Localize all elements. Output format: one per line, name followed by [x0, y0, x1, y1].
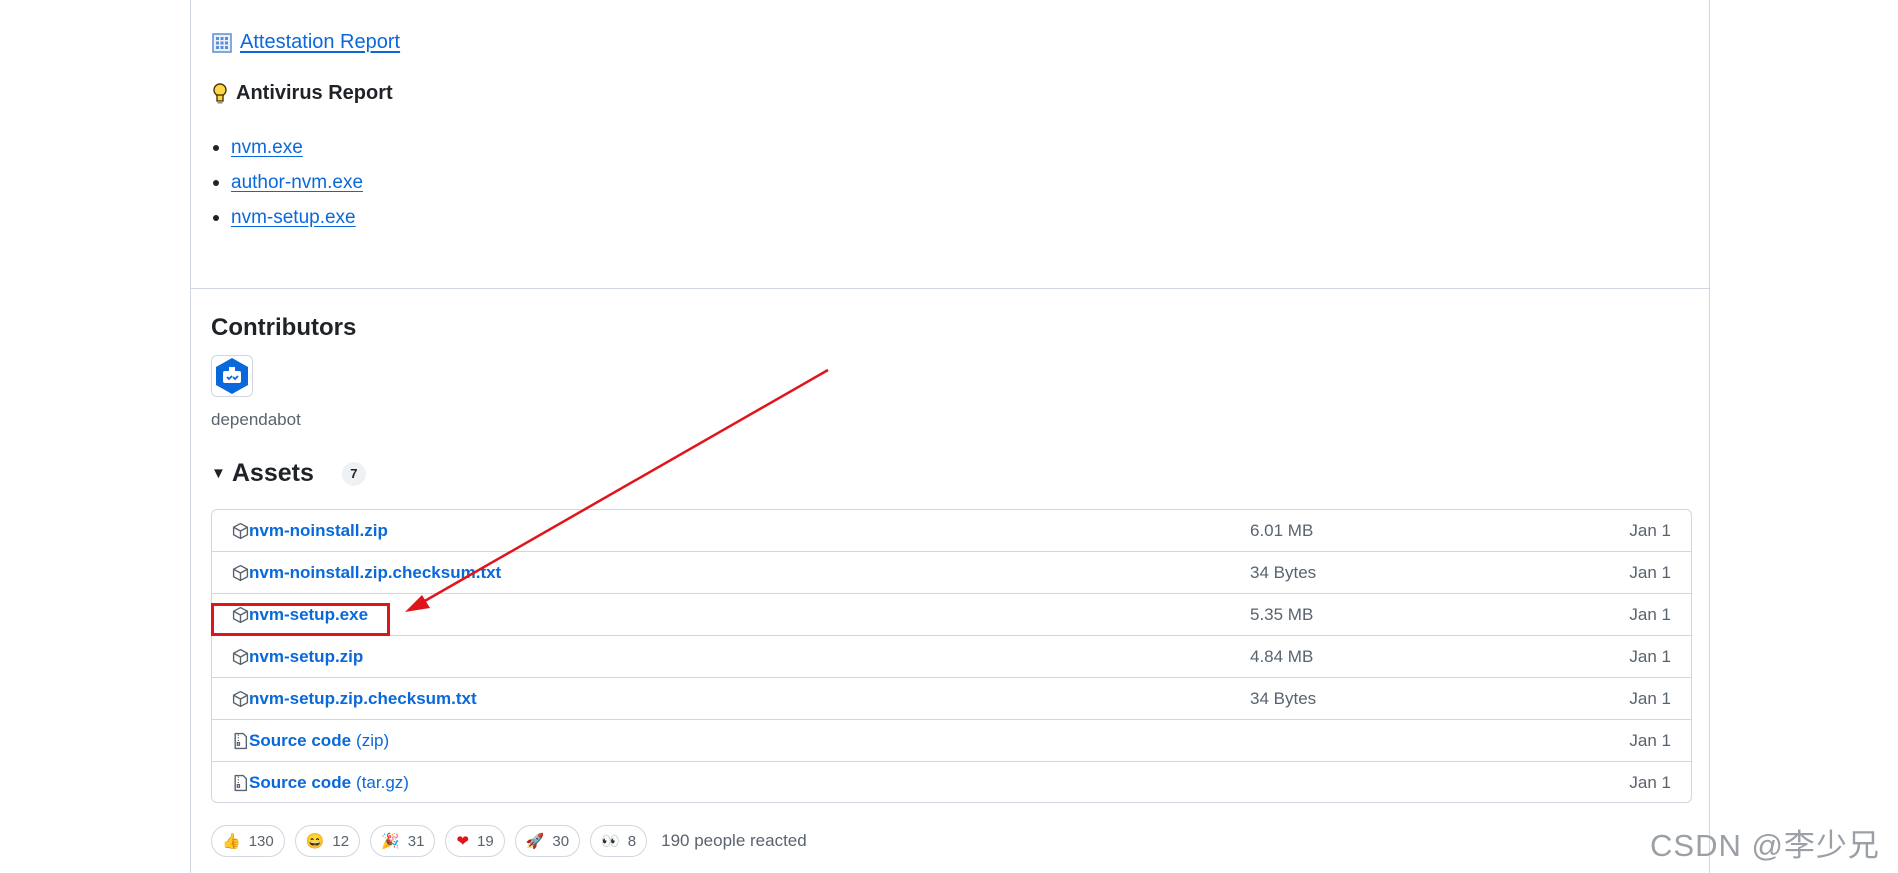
asset-date: Jan 1 — [1629, 521, 1671, 540]
reaction-eyes[interactable]: 👀 8 — [590, 825, 648, 857]
asset-format-label: (tar.gz) — [356, 773, 409, 792]
rocket-icon: 🚀 — [525, 833, 545, 850]
assets-list: nvm-noinstall.zip 6.01 MB Jan 1 nvm-noin… — [211, 509, 1692, 803]
antivirus-list: nvm.exe author-nvm.exe nvm-setup.exe — [212, 130, 363, 235]
assets-count-badge: 7 — [341, 461, 366, 486]
reaction-laugh[interactable]: 😄 12 — [294, 825, 361, 857]
package-icon — [232, 648, 249, 666]
antivirus-heading-row: Antivirus Report — [212, 82, 393, 105]
reports-section: Attestation Report Antivirus Report nvm.… — [191, 0, 1709, 289]
contributor-avatar[interactable] — [211, 355, 253, 397]
asset-name: Source code (zip) — [232, 720, 389, 762]
file-zip-icon — [234, 732, 248, 750]
asset-row: nvm-noinstall.zip 6.01 MB Jan 1 — [212, 510, 1691, 552]
package-icon — [232, 690, 249, 708]
asset-size: 5.35 MB — [1250, 605, 1314, 624]
antivirus-link-author-nvm-exe[interactable]: author-nvm.exe — [231, 172, 363, 194]
release-card: Attestation Report Antivirus Report nvm.… — [190, 0, 1710, 873]
reaction-count: 130 — [248, 832, 274, 850]
reaction-thumbs-up[interactable]: 👍 130 — [211, 825, 285, 857]
thumbs-up-icon: 👍 — [222, 833, 241, 850]
antivirus-list-item: author-nvm.exe — [212, 165, 363, 200]
attestation-row: Attestation Report — [212, 31, 400, 54]
reactions-bar: 👍 130 😄 12 🎉 31 ❤ 19 🚀 30 👀 8 190 people react… — [211, 825, 807, 857]
asset-row: nvm-setup.zip 4.84 MB Jan 1 — [212, 636, 1691, 678]
asset-name: nvm-setup.zip — [232, 636, 363, 678]
asset-date: Jan 1 — [1629, 773, 1671, 792]
asset-size: 6.01 MB — [1250, 521, 1314, 540]
laugh-icon: 😄 — [305, 833, 325, 850]
reaction-count: 31 — [407, 832, 425, 850]
reaction-count: 8 — [627, 832, 637, 850]
asset-name: nvm-noinstall.zip.checksum.txt — [232, 552, 501, 594]
asset-name: Source code (tar.gz) — [232, 762, 409, 804]
package-icon — [232, 522, 249, 540]
asset-date: Jan 1 — [1629, 731, 1671, 750]
asset-size: 4.84 MB — [1250, 647, 1314, 666]
eyes-icon: 👀 — [601, 833, 620, 850]
asset-row: Source code (tar.gz) Jan 1 — [212, 762, 1691, 804]
asset-format-label: (zip) — [356, 731, 390, 750]
contributors-title: Contributors — [211, 314, 357, 341]
asset-date: Jan 1 — [1629, 689, 1671, 708]
assets-toggle[interactable]: ▼ Assets 7 — [211, 459, 366, 488]
asset-row: Source code (zip) Jan 1 — [212, 720, 1691, 762]
asset-size: 34 Bytes — [1250, 689, 1317, 708]
heart-icon: ❤ — [456, 833, 470, 850]
antivirus-list-item: nvm-setup.exe — [212, 200, 363, 235]
watermark: CSDN @李少兄 — [1650, 828, 1880, 863]
asset-link[interactable]: nvm-setup.zip.checksum.txt — [249, 689, 477, 709]
antivirus-list-item: nvm.exe — [212, 130, 363, 165]
asset-size: 34 Bytes — [1250, 563, 1317, 582]
annotation-highlight-box — [211, 603, 390, 636]
asset-date: Jan 1 — [1629, 563, 1671, 582]
asset-date: Jan 1 — [1629, 647, 1671, 666]
package-icon — [232, 564, 249, 582]
asset-name: nvm-setup.zip.checksum.txt — [232, 678, 477, 720]
reaction-count: 12 — [332, 832, 350, 850]
reactions-summary: 190 people reacted — [661, 831, 807, 850]
reaction-count: 19 — [477, 832, 494, 850]
asset-link[interactable]: nvm-noinstall.zip — [249, 521, 388, 541]
attestation-report-link[interactable]: Attestation Report — [240, 31, 400, 54]
reaction-hooray[interactable]: 🎉 31 — [370, 825, 436, 857]
caret-down-icon: ▼ — [211, 465, 226, 482]
antivirus-title: Antivirus Report — [236, 82, 393, 104]
lightbulb-emoji-icon — [213, 82, 227, 103]
asset-link[interactable]: nvm-noinstall.zip.checksum.txt — [249, 563, 501, 583]
antivirus-link-nvm-exe[interactable]: nvm.exe — [231, 137, 303, 159]
reaction-heart[interactable]: ❤ 19 — [445, 825, 505, 857]
asset-link[interactable]: nvm-setup.zip — [249, 647, 363, 667]
contributor-name[interactable]: dependabot — [211, 410, 301, 430]
antivirus-link-nvm-setup-exe[interactable]: nvm-setup.exe — [231, 207, 356, 229]
asset-date: Jan 1 — [1629, 605, 1671, 624]
asset-link[interactable]: Source code — [249, 731, 351, 751]
asset-row: nvm-setup.zip.checksum.txt 34 Bytes Jan … — [212, 678, 1691, 720]
building-emoji-icon — [212, 32, 232, 53]
hooray-icon: 🎉 — [381, 833, 400, 850]
assets-title: Assets — [231, 459, 314, 487]
dependabot-avatar-icon — [216, 358, 248, 394]
file-zip-icon — [234, 774, 248, 792]
asset-row: nvm-noinstall.zip.checksum.txt 34 Bytes … — [212, 552, 1691, 594]
asset-row: nvm-setup.exe 5.35 MB Jan 1 — [212, 594, 1691, 636]
reaction-count: 30 — [552, 832, 570, 850]
asset-link[interactable]: Source code — [249, 773, 351, 793]
asset-name: nvm-noinstall.zip — [232, 510, 388, 552]
reaction-rocket[interactable]: 🚀 30 — [514, 825, 581, 857]
